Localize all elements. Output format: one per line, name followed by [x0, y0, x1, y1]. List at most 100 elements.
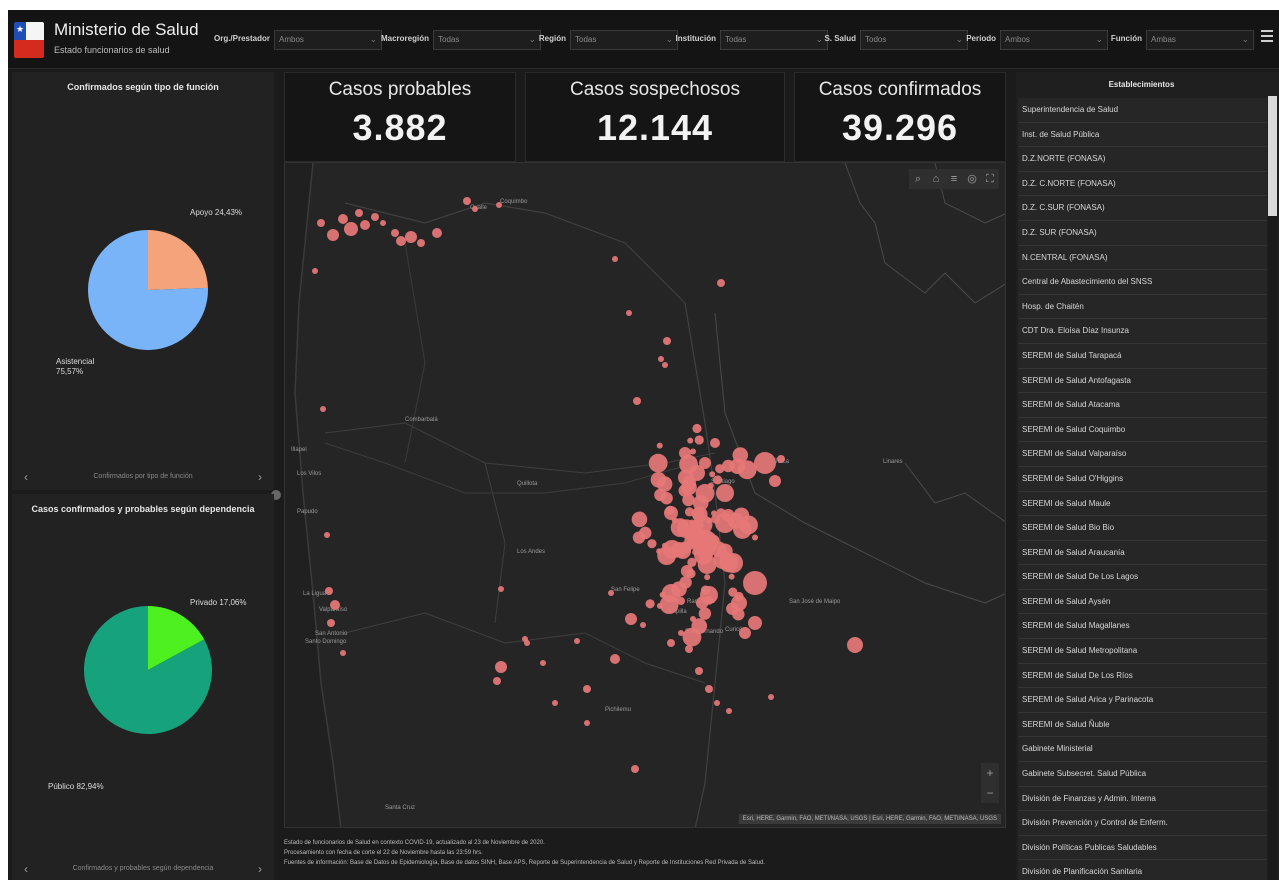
filter-region[interactable]: Región Todas ⌄: [539, 30, 678, 50]
case-marker[interactable]: [663, 337, 671, 345]
zoom-out-button[interactable]: −: [981, 783, 999, 803]
case-marker[interactable]: [524, 640, 530, 646]
case-marker[interactable]: [679, 447, 691, 459]
fullscreen-icon[interactable]: ⛶: [981, 169, 999, 189]
case-marker[interactable]: [705, 685, 713, 693]
case-marker[interactable]: [680, 564, 694, 578]
chevron-right-icon[interactable]: ›: [258, 470, 262, 484]
locate-icon[interactable]: ◎: [963, 169, 981, 189]
case-marker[interactable]: [682, 493, 695, 507]
zoom-in-button[interactable]: +: [981, 763, 999, 783]
case-marker[interactable]: [405, 231, 417, 243]
list-item[interactable]: SEREMI de Salud Arica y Parinacota: [1018, 688, 1267, 713]
list-scrollbar[interactable]: [1268, 96, 1277, 880]
case-marker[interactable]: [698, 607, 712, 620]
list-icon[interactable]: ≡: [945, 169, 963, 189]
case-marker[interactable]: [324, 532, 330, 538]
case-marker[interactable]: [728, 573, 735, 580]
filter-macroregion[interactable]: Macroregión Todas ⌄: [381, 30, 541, 50]
case-marker[interactable]: [360, 220, 370, 230]
case-marker[interactable]: [682, 627, 702, 647]
pie-slice-apoyo[interactable]: [148, 230, 208, 290]
case-marker[interactable]: [723, 553, 743, 573]
case-marker[interactable]: [633, 397, 641, 405]
case-marker[interactable]: [661, 542, 668, 549]
list-item[interactable]: D.Z. SUR (FONASA): [1018, 220, 1267, 246]
case-marker[interactable]: [612, 256, 618, 262]
case-marker[interactable]: [380, 220, 386, 226]
list-item[interactable]: SEREMI de Salud Metropolitana: [1018, 639, 1267, 664]
case-marker[interactable]: [472, 206, 478, 212]
case-marker[interactable]: [656, 442, 663, 449]
case-marker[interactable]: [743, 571, 767, 595]
list-item[interactable]: D.Z. C.SUR (FONASA): [1018, 196, 1267, 221]
case-marker[interactable]: [660, 491, 673, 505]
case-marker[interactable]: [325, 587, 333, 595]
list-item[interactable]: SEREMI de Salud De Los Lagos: [1018, 565, 1267, 590]
case-marker[interactable]: [656, 476, 673, 492]
case-marker[interactable]: [656, 602, 663, 609]
case-marker[interactable]: [640, 622, 646, 628]
case-marker[interactable]: [327, 619, 335, 627]
case-marker[interactable]: [700, 586, 718, 604]
case-marker[interactable]: [704, 574, 711, 581]
list-item[interactable]: SEREMI de Salud Maule: [1018, 491, 1267, 517]
list-item[interactable]: Superintendencia de Salud: [1018, 98, 1267, 123]
list-item[interactable]: SEREMI de Salud O'Higgins: [1018, 466, 1267, 492]
case-marker[interactable]: [498, 586, 504, 592]
case-marker[interactable]: [769, 475, 781, 487]
case-marker[interactable]: [710, 438, 720, 448]
case-marker[interactable]: [391, 229, 399, 237]
case-marker[interactable]: [396, 236, 406, 246]
case-marker[interactable]: [726, 708, 732, 714]
case-marker[interactable]: [648, 453, 668, 473]
list-item[interactable]: SEREMI de Salud Aysén: [1018, 589, 1267, 615]
list-item[interactable]: Gabinete Subsecret. Salud Pública: [1018, 762, 1267, 787]
case-marker[interactable]: [687, 437, 694, 444]
list-item[interactable]: Inst. de Salud Pública: [1018, 122, 1267, 148]
case-marker[interactable]: [317, 219, 325, 227]
case-marker[interactable]: [610, 654, 620, 664]
case-marker[interactable]: [625, 613, 637, 625]
case-marker[interactable]: [692, 423, 702, 434]
case-marker[interactable]: [717, 279, 725, 287]
case-marker[interactable]: [647, 539, 657, 549]
case-marker[interactable]: [691, 506, 708, 523]
case-marker[interactable]: [631, 511, 648, 528]
filter-institucion[interactable]: Institución Todas ⌄: [676, 30, 828, 50]
case-marker[interactable]: [495, 661, 507, 673]
list-item[interactable]: CDT Dra. Eloísa Díaz Insunza: [1018, 319, 1267, 344]
case-marker[interactable]: [340, 650, 346, 656]
filter-periodo[interactable]: Período Ambos ⌄: [966, 30, 1108, 50]
list-item[interactable]: SEREMI de Salud Coquimbo: [1018, 417, 1267, 443]
case-marker[interactable]: [694, 435, 704, 445]
case-marker[interactable]: [847, 637, 863, 653]
case-marker[interactable]: [682, 476, 696, 490]
case-marker[interactable]: [709, 471, 716, 478]
filter-funcion[interactable]: Función Ambas ⌄: [1111, 30, 1254, 50]
case-marker[interactable]: [584, 720, 590, 726]
list-item[interactable]: División de Planificación Sanitaria: [1018, 860, 1267, 880]
case-marker[interactable]: [751, 534, 758, 541]
case-marker[interactable]: [714, 700, 720, 706]
case-marker[interactable]: [540, 660, 546, 666]
list-item[interactable]: SEREMI de Salud Tarapacá: [1018, 343, 1267, 369]
case-marker[interactable]: [552, 700, 558, 706]
list-item[interactable]: SEREMI de Salud Magallanes: [1018, 614, 1267, 640]
case-marker[interactable]: [463, 197, 471, 205]
list-item[interactable]: División Prevención y Control de Enferm.: [1018, 811, 1267, 836]
hamburger-icon[interactable]: [1261, 30, 1273, 44]
case-marker[interactable]: [327, 229, 339, 241]
case-marker[interactable]: [754, 452, 776, 474]
case-marker[interactable]: [583, 685, 591, 693]
list-item[interactable]: SEREMI de Salud De Los Ríos: [1018, 663, 1267, 689]
case-marker[interactable]: [432, 228, 442, 238]
case-marker[interactable]: [692, 530, 718, 556]
list-item[interactable]: SEREMI de Salud Valparaíso: [1018, 442, 1267, 467]
list-item[interactable]: Gabinete Ministerial: [1018, 737, 1267, 763]
case-marker[interactable]: [417, 239, 425, 247]
case-marker[interactable]: [677, 519, 684, 526]
case-marker[interactable]: [645, 599, 655, 609]
case-marker[interactable]: [608, 590, 614, 596]
list-item[interactable]: SEREMI de Salud Antofagasta: [1018, 368, 1267, 394]
